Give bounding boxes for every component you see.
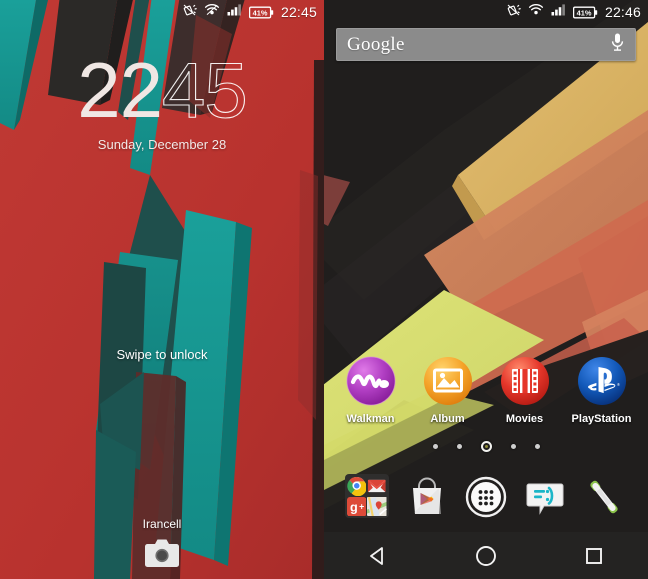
- dock-google-folder[interactable]: g +: [344, 474, 391, 520]
- homescreen-status-bar: 41% 22:46: [324, 0, 648, 24]
- app-label: Walkman: [346, 413, 395, 425]
- lockscreen-clock: 2245 Sunday, December 28: [0, 50, 324, 152]
- dock-messaging[interactable]: [522, 474, 568, 520]
- page-dot[interactable]: [432, 444, 438, 449]
- maps-icon: [367, 496, 387, 516]
- nav-back-button[interactable]: [348, 532, 408, 579]
- dual-phone-screenshot: 41% 22:45 2245 Sunday, December 28 Swipe…: [0, 0, 648, 579]
- signal-icon: [227, 3, 242, 21]
- google-plus-icon: g +: [346, 496, 367, 516]
- album-icon[interactable]: [422, 355, 474, 407]
- app-label: PlayStation: [571, 413, 632, 425]
- navigation-bar: [324, 532, 648, 579]
- wifi-icon: [204, 3, 220, 21]
- dock-app-drawer[interactable]: [463, 474, 509, 520]
- page-dot[interactable]: [510, 444, 516, 449]
- camera-icon: [145, 539, 179, 567]
- app-playstation[interactable]: ® PlayStation: [567, 355, 637, 425]
- chrome-icon: [346, 476, 367, 496]
- lock-screen: 41% 22:45 2245 Sunday, December 28 Swipe…: [0, 0, 324, 579]
- google-search-widget[interactable]: Google: [336, 28, 636, 61]
- camera-shortcut-button[interactable]: [144, 538, 180, 573]
- nav-recents-button[interactable]: [564, 532, 624, 579]
- swipe-to-unlock-hint[interactable]: Swipe to unlock: [0, 347, 324, 362]
- app-drawer-icon: [465, 476, 507, 518]
- play-store-icon: [412, 477, 441, 514]
- page-dot[interactable]: [456, 444, 462, 449]
- home-circle-icon: [476, 545, 496, 566]
- app-movies[interactable]: Movies: [490, 355, 560, 425]
- phone-icon: [590, 480, 618, 514]
- messaging-icon: [526, 483, 564, 515]
- dock-play-store[interactable]: [404, 474, 450, 520]
- statusbar-clock: 22:46: [604, 4, 641, 20]
- svg-text:g: g: [350, 500, 358, 514]
- lockscreen-status-bar: 41% 22:45: [0, 0, 324, 24]
- clock-minutes: 45: [161, 46, 248, 134]
- vibrate-icon: [506, 3, 521, 22]
- walkman-icon[interactable]: [345, 355, 397, 407]
- playstation-icon[interactable]: ®: [576, 355, 628, 407]
- app-album[interactable]: Album: [413, 355, 483, 425]
- svg-text:®: ®: [617, 382, 620, 387]
- dock-phone[interactable]: [581, 474, 627, 520]
- recents-square-icon: [586, 547, 602, 564]
- svg-text:+: +: [359, 501, 364, 511]
- carrier-label: Irancell: [142, 517, 182, 531]
- vibrate-icon: [182, 3, 197, 22]
- page-indicator: [324, 441, 648, 452]
- google-logo: Google: [347, 33, 405, 55]
- battery-percent-text: 41%: [577, 8, 592, 17]
- back-triangle-icon: [370, 546, 383, 565]
- page-dot-active[interactable]: [480, 441, 492, 452]
- google-folder-icon[interactable]: g +: [344, 474, 389, 518]
- movies-icon[interactable]: [499, 355, 551, 407]
- battery-icon: 41%: [248, 6, 274, 19]
- dock: g +: [324, 468, 648, 526]
- statusbar-clock: 22:45: [280, 4, 317, 20]
- app-walkman[interactable]: Walkman: [336, 355, 406, 425]
- app-row: Walkman Album Movies ® PlayStation: [324, 355, 648, 425]
- clock-date: Sunday, December 28: [97, 136, 227, 152]
- battery-percent-text: 41%: [253, 8, 268, 17]
- microphone-icon[interactable]: [610, 32, 625, 57]
- wifi-icon: [528, 3, 544, 21]
- page-dot[interactable]: [534, 444, 540, 449]
- home-screen: 41% 22:46 Google Walkman Album Movies ® …: [324, 0, 648, 579]
- clock-hours: 22: [77, 46, 163, 134]
- app-label: Album: [430, 413, 465, 425]
- battery-icon: 41%: [572, 6, 598, 19]
- nav-home-button[interactable]: [456, 532, 516, 579]
- gmail-icon: [367, 476, 387, 496]
- signal-icon: [551, 3, 566, 21]
- app-label: Movies: [505, 413, 544, 425]
